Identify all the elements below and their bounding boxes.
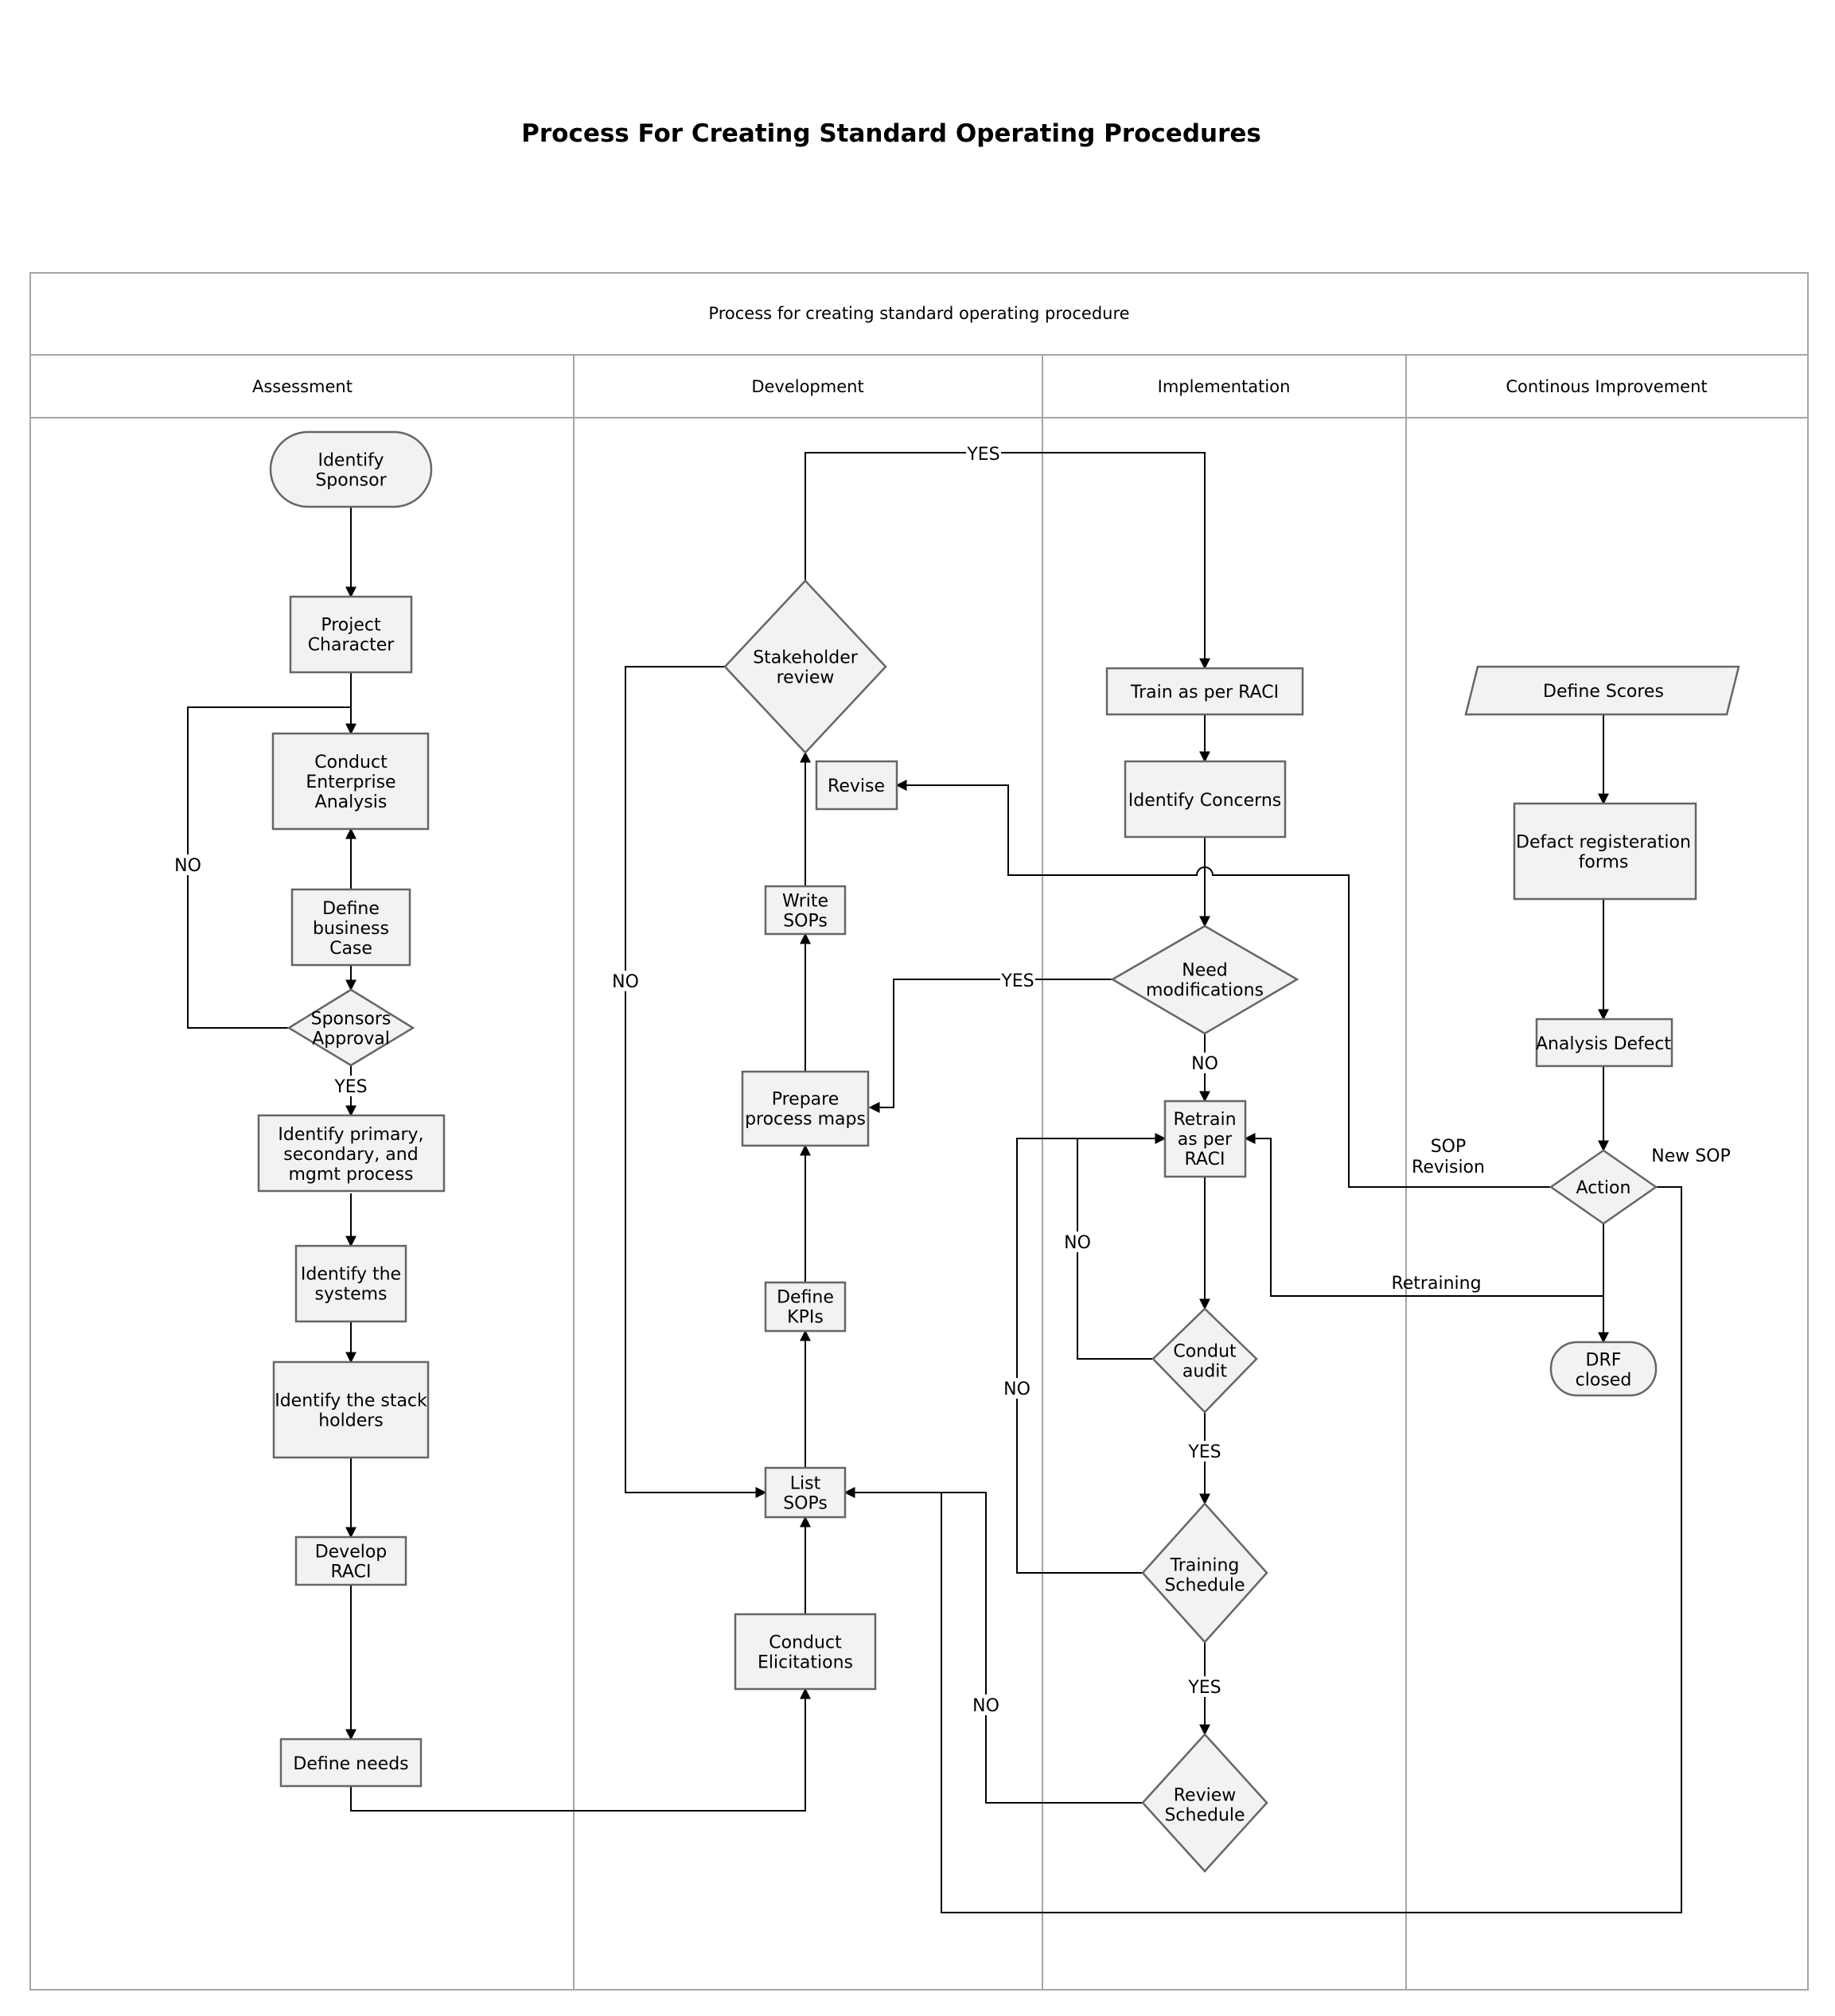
node-label-line: Define bbox=[322, 899, 380, 919]
node-conduct-enterprise-analysis-label: Conduct Enterprise Analysis bbox=[306, 753, 395, 812]
node-label-line: KPIs bbox=[787, 1308, 824, 1328]
edge-label-training-yes: YES bbox=[1187, 1678, 1221, 1698]
node-identify-systems-label: Identify the systems bbox=[301, 1265, 401, 1305]
node-label-line: Develop bbox=[315, 1543, 388, 1563]
node-label-line: Need bbox=[1182, 961, 1228, 981]
edge-label-new-sop: New SOP bbox=[1651, 1146, 1731, 1166]
node-define-needs-label: Define needs bbox=[293, 1754, 408, 1774]
edge-label-audit-no: NO bbox=[1064, 1233, 1091, 1253]
node-label-line: Case bbox=[329, 939, 372, 959]
node-label-line: Train as per RACI bbox=[1130, 683, 1279, 702]
node-label-line: Training bbox=[1170, 1556, 1240, 1576]
node-sponsors-approval-label: Sponsors Approval bbox=[311, 1010, 392, 1049]
node-label-line: business bbox=[313, 919, 389, 939]
node-identify-concerns-label: Identify Concerns bbox=[1128, 791, 1282, 811]
node-label-line: modifications bbox=[1146, 981, 1264, 1001]
edge-label-modifications-no: NO bbox=[1191, 1054, 1218, 1074]
edge-label-sop-revision-line2: Revision bbox=[1412, 1158, 1485, 1177]
node-label-line: Character bbox=[308, 636, 395, 656]
node-define-scores-label: Define Scores bbox=[1543, 682, 1664, 702]
node-revise-label: Revise bbox=[828, 776, 885, 796]
node-label-line: audit bbox=[1182, 1362, 1228, 1382]
node-label-line: holders bbox=[318, 1411, 384, 1431]
node-conduct-audit-label: Condut audit bbox=[1173, 1342, 1237, 1382]
node-label-line: Retrain bbox=[1173, 1110, 1236, 1130]
node-label-line: Write bbox=[782, 892, 828, 912]
node-label-line: Analysis Defect bbox=[1536, 1034, 1671, 1054]
node-label-line: Stakeholder bbox=[753, 648, 859, 668]
node-label-line: secondary, and bbox=[283, 1145, 418, 1165]
node-label-line: Elicitations bbox=[758, 1653, 853, 1673]
node-label-line: DRF bbox=[1586, 1351, 1622, 1371]
edge-label-review-no: NO bbox=[972, 1696, 999, 1716]
node-label-line: Condut bbox=[1173, 1342, 1237, 1362]
node-label-line: Identify the bbox=[301, 1265, 401, 1285]
node-label-line: review bbox=[777, 668, 835, 688]
edge-label-modifications-yes: YES bbox=[1000, 971, 1034, 991]
edge-label-stakeholder-yes: YES bbox=[966, 445, 999, 465]
node-label-line: Identify the stack bbox=[275, 1391, 427, 1411]
node-analysis-defect-label: Analysis Defect bbox=[1536, 1034, 1671, 1054]
node-label-line: Defact registeration bbox=[1516, 833, 1691, 853]
edge-label-sponsors-no: NO bbox=[174, 856, 201, 876]
node-label-line: Revise bbox=[828, 776, 885, 796]
swimlane-diagram: Process for creating standard operating … bbox=[29, 272, 1809, 1991]
lane-header-development: Development bbox=[751, 377, 863, 396]
node-label-line: Sponsors bbox=[311, 1010, 392, 1029]
lane-header-assessment: Assessment bbox=[252, 377, 353, 396]
node-review-schedule-label: Review Schedule bbox=[1164, 1786, 1245, 1826]
edge-label-sponsors-yes: YES bbox=[333, 1077, 367, 1097]
node-identify-processes-label: Identify primary, secondary, and mgmt proc… bbox=[278, 1125, 423, 1185]
node-label-line: Prepare bbox=[772, 1090, 840, 1110]
node-label-line: RACI bbox=[331, 1563, 372, 1582]
node-write-sops-label: Write SOPs bbox=[782, 892, 828, 932]
node-label-line: Identify primary, bbox=[278, 1125, 423, 1145]
pool-title: Process for creating standard operating … bbox=[708, 304, 1129, 323]
node-training-schedule-label: Training Schedule bbox=[1164, 1556, 1245, 1596]
edge-label-training-no: NO bbox=[1003, 1380, 1030, 1399]
node-label-line: RACI bbox=[1185, 1150, 1225, 1170]
lane-header-implementation: Implementation bbox=[1158, 377, 1291, 396]
node-label-line: SOPs bbox=[783, 1494, 828, 1514]
node-label-line: Define bbox=[777, 1288, 834, 1308]
node-label-line: Project bbox=[321, 616, 381, 636]
edge-label-retraining: Retraining bbox=[1391, 1274, 1481, 1294]
node-action-label: Action bbox=[1576, 1178, 1631, 1198]
node-label-line: forms bbox=[1579, 853, 1629, 873]
node-label-line: Schedule bbox=[1164, 1576, 1245, 1596]
node-label-line: mgmt process bbox=[289, 1165, 414, 1185]
node-label-line: Review bbox=[1174, 1786, 1237, 1806]
node-label-line: Schedule bbox=[1164, 1806, 1245, 1826]
node-label-line: Enterprise bbox=[306, 773, 395, 792]
node-label-line: closed bbox=[1576, 1371, 1632, 1391]
node-label-line: Define Scores bbox=[1543, 682, 1664, 702]
edge-label-sop-revision-line1: SOP bbox=[1431, 1137, 1467, 1157]
node-label-line: List bbox=[790, 1474, 821, 1494]
node-label-line: Analysis bbox=[315, 792, 388, 812]
node-train-as-per-raci-label: Train as per RACI bbox=[1130, 683, 1279, 702]
node-label-line: Define needs bbox=[293, 1754, 408, 1774]
edge-label-stakeholder-no: NO bbox=[612, 972, 639, 992]
node-label-line: Action bbox=[1576, 1178, 1631, 1198]
node-identify-sponsor-label: Identify Sponsor bbox=[315, 451, 387, 491]
node-label-line: as per bbox=[1178, 1130, 1233, 1150]
node-label-line: process maps bbox=[745, 1110, 866, 1130]
node-label-line: systems bbox=[315, 1285, 388, 1305]
node-label-line: Conduct bbox=[769, 1633, 842, 1653]
node-label-line: Approval bbox=[312, 1029, 390, 1049]
lane-header-continuous-improvement: Continous Improvement bbox=[1506, 377, 1707, 396]
node-label-line: Identify Concerns bbox=[1128, 791, 1282, 811]
node-label-line: Identify bbox=[318, 451, 384, 471]
edge-label-audit-yes: YES bbox=[1187, 1442, 1221, 1462]
node-conduct-elicitations-label: Conduct Elicitations bbox=[758, 1633, 853, 1673]
node-label-line: Sponsor bbox=[315, 471, 387, 491]
node-label-line: Conduct bbox=[314, 753, 388, 773]
node-label-line: SOPs bbox=[783, 912, 828, 932]
